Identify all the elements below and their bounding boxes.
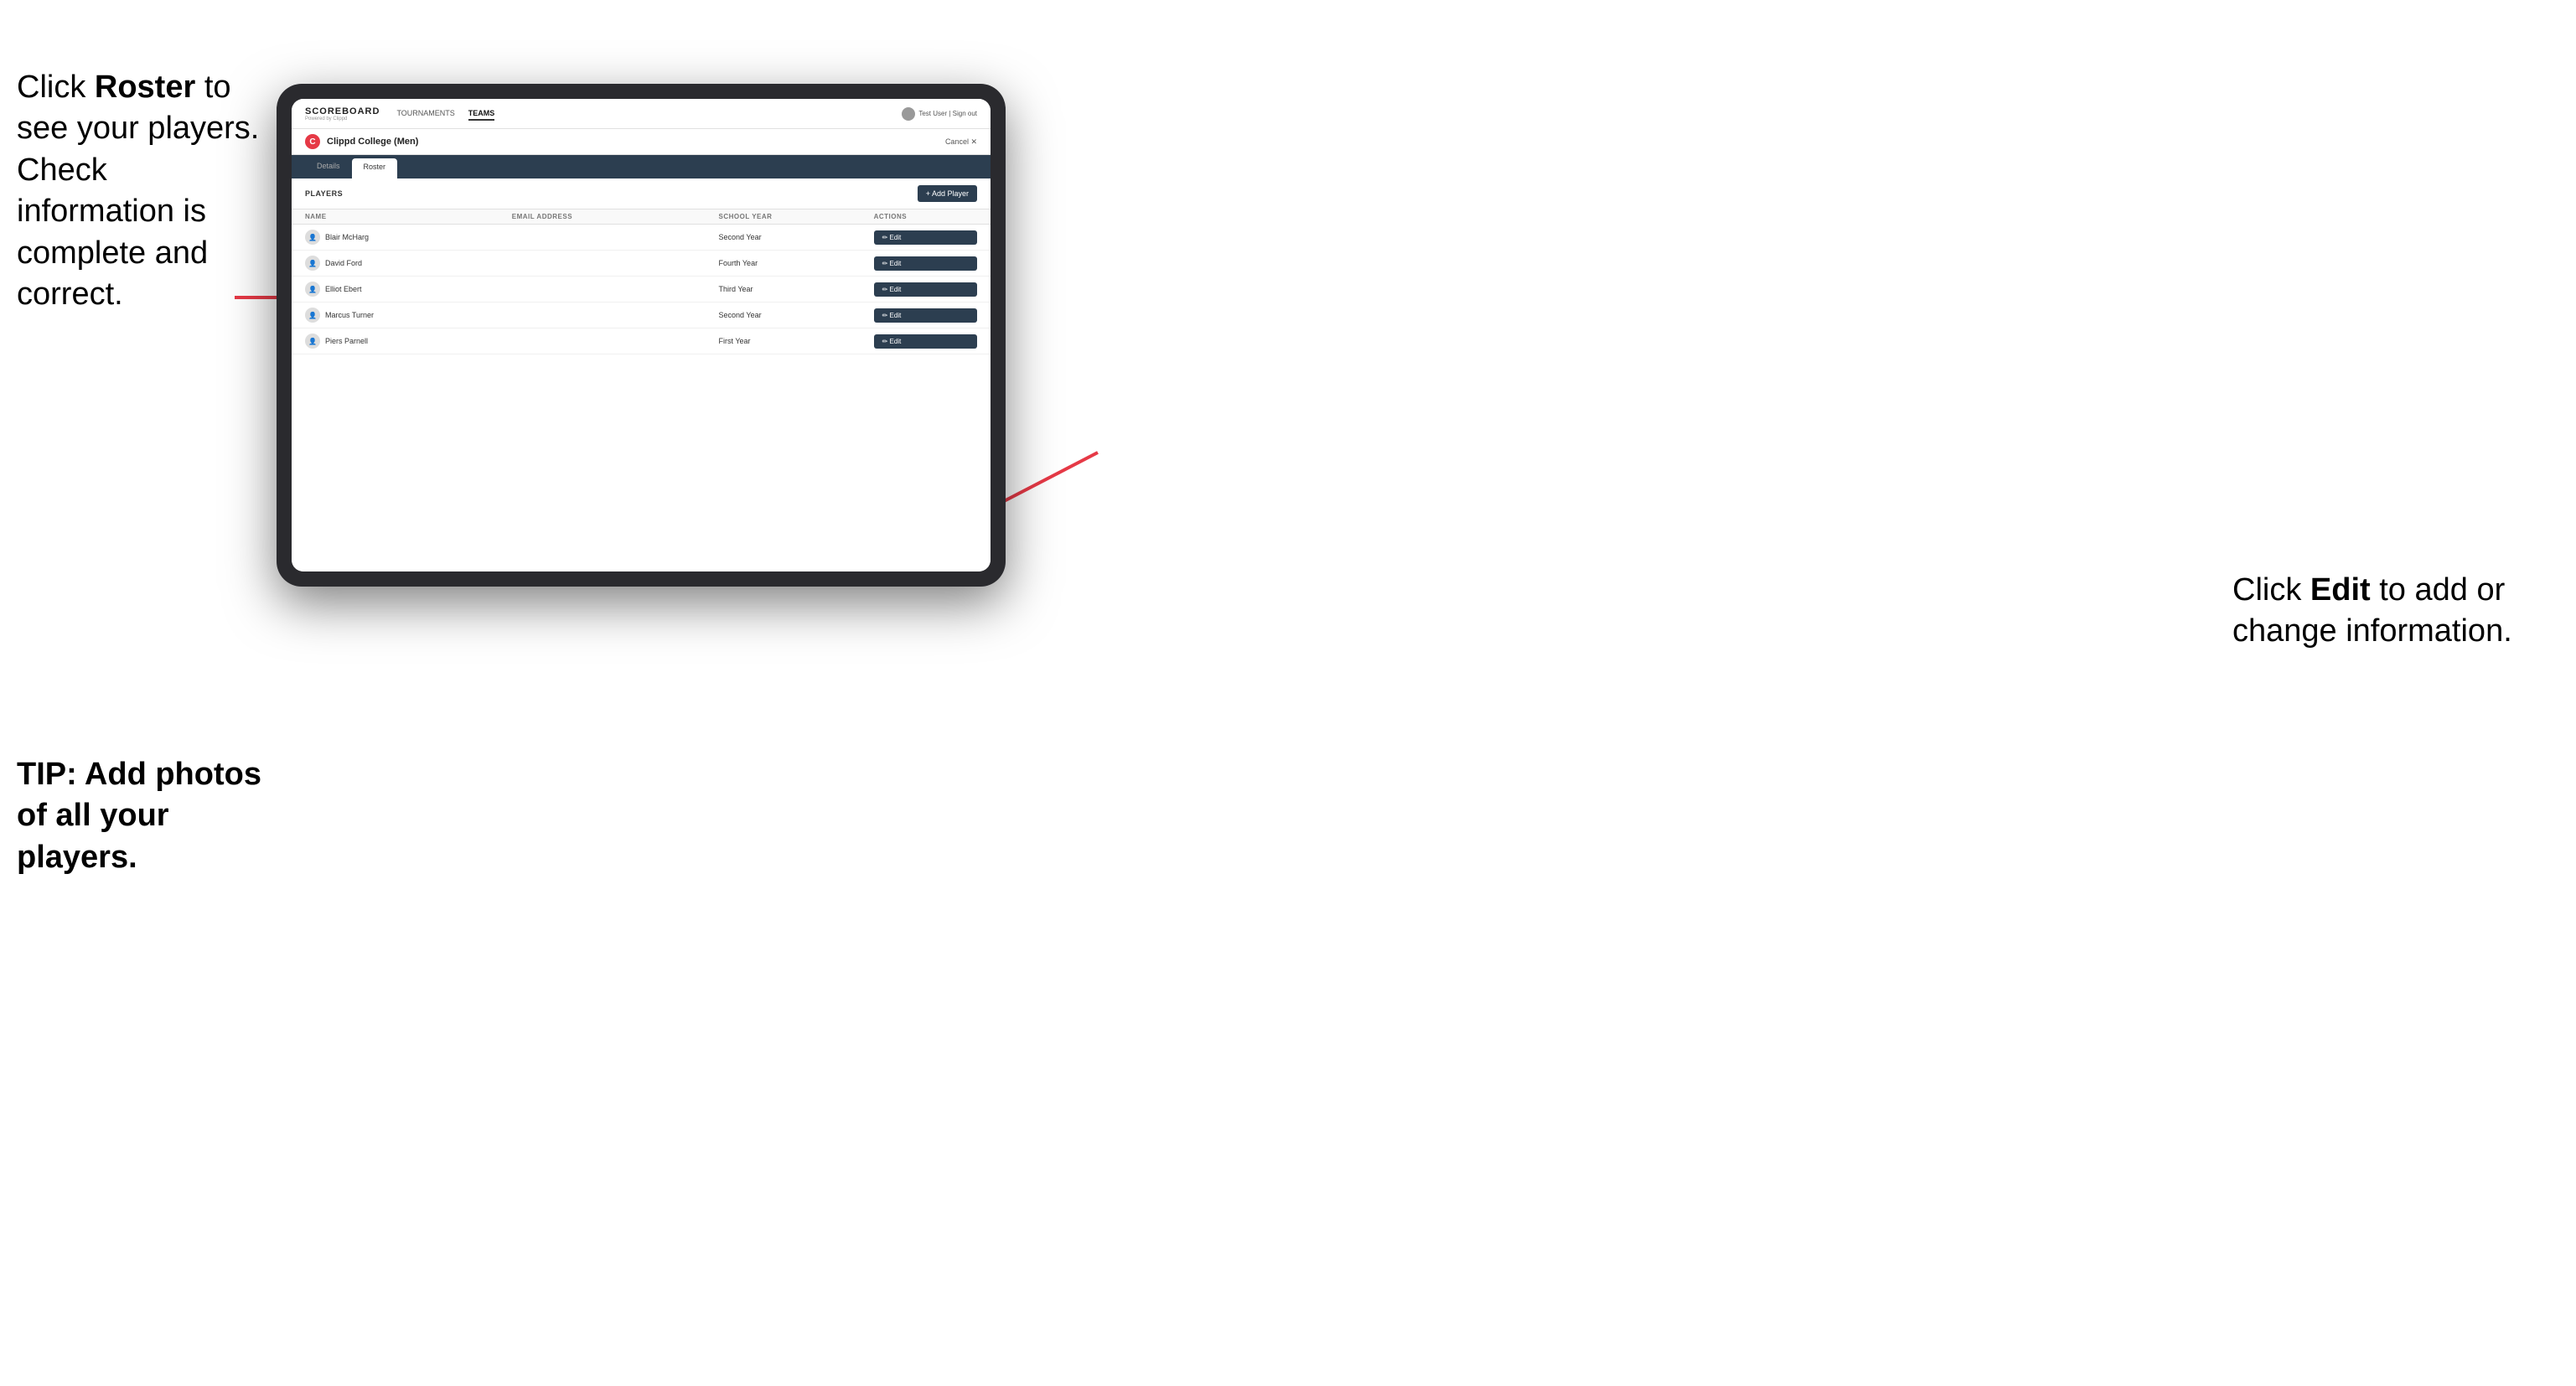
nav-links: TOURNAMENTS TEAMS xyxy=(396,107,902,121)
col-actions: ACTIONS xyxy=(874,213,977,220)
col-email: EMAIL ADDRESS xyxy=(512,213,719,220)
tab-details[interactable]: Details xyxy=(305,155,352,178)
edit-bold: Edit xyxy=(2310,572,2371,608)
tip-instruction: TIP: Add photos of all your players. xyxy=(17,754,277,878)
player-year-1: Fourth Year xyxy=(719,259,874,267)
player-year-4: First Year xyxy=(719,337,874,345)
tab-roster[interactable]: Roster xyxy=(352,158,398,178)
user-avatar-circle xyxy=(902,107,915,121)
table-row: 👤 Piers Parnell First Year ✏ Edit xyxy=(292,328,991,354)
table-row: 👤 Marcus Turner Second Year ✏ Edit xyxy=(292,303,991,328)
app-header: SCOREBOARD Powered by Clippd TOURNAMENTS… xyxy=(292,99,991,129)
edit-button-1[interactable]: ✏ Edit xyxy=(874,256,977,271)
left-instruction: Click Roster to see your players. Check … xyxy=(17,67,268,315)
edit-button-0[interactable]: ✏ Edit xyxy=(874,230,977,245)
table-row: 👤 Blair McHarg Second Year ✏ Edit xyxy=(292,225,991,251)
nav-teams[interactable]: TEAMS xyxy=(468,107,495,121)
player-avatar-3: 👤 xyxy=(305,308,320,323)
tab-bar: Details Roster xyxy=(292,155,991,178)
app-logo: SCOREBOARD Powered by Clippd xyxy=(305,106,380,122)
table-row: 👤 David Ford Fourth Year ✏ Edit xyxy=(292,251,991,277)
table-body: 👤 Blair McHarg Second Year ✏ Edit 👤 Davi… xyxy=(292,225,991,571)
right-instruction: Click Edit to add or change information. xyxy=(2232,570,2534,653)
col-school-year: SCHOOL YEAR xyxy=(719,213,874,220)
col-name: NAME xyxy=(305,213,512,220)
cancel-button[interactable]: Cancel ✕ xyxy=(945,137,977,147)
edit-button-4[interactable]: ✏ Edit xyxy=(874,334,977,349)
player-avatar-4: 👤 xyxy=(305,334,320,349)
player-year-3: Second Year xyxy=(719,311,874,319)
user-info: Test User | Sign out xyxy=(902,107,977,121)
player-avatar-2: 👤 xyxy=(305,282,320,297)
team-name: Clippd College (Men) xyxy=(327,137,945,147)
player-year-0: Second Year xyxy=(719,233,874,241)
content-area: PLAYERS + Add Player NAME EMAIL ADDRESS … xyxy=(292,178,991,571)
player-name-3: 👤 Marcus Turner xyxy=(305,308,512,323)
user-text: Test User | Sign out xyxy=(918,110,977,117)
tablet-screen: SCOREBOARD Powered by Clippd TOURNAMENTS… xyxy=(292,99,991,571)
player-name-text-4: Piers Parnell xyxy=(325,337,368,345)
team-logo: C xyxy=(305,134,320,149)
player-name-text-2: Elliot Ebert xyxy=(325,285,362,293)
table-row: 👤 Elliot Ebert Third Year ✏ Edit xyxy=(292,277,991,303)
tablet-device: SCOREBOARD Powered by Clippd TOURNAMENTS… xyxy=(277,84,1006,587)
add-player-button[interactable]: + Add Player xyxy=(918,185,977,202)
edit-button-2[interactable]: ✏ Edit xyxy=(874,282,977,297)
player-name-2: 👤 Elliot Ebert xyxy=(305,282,512,297)
player-name-text-0: Blair McHarg xyxy=(325,233,369,241)
player-avatar-1: 👤 xyxy=(305,256,320,271)
nav-tournaments[interactable]: TOURNAMENTS xyxy=(396,107,454,121)
player-name-text-1: David Ford xyxy=(325,259,362,267)
logo-title: SCOREBOARD xyxy=(305,106,380,116)
team-header: C Clippd College (Men) Cancel ✕ xyxy=(292,129,991,155)
players-header: PLAYERS + Add Player xyxy=(292,178,991,209)
players-label: PLAYERS xyxy=(305,189,343,198)
player-avatar-0: 👤 xyxy=(305,230,320,245)
player-name-1: 👤 David Ford xyxy=(305,256,512,271)
edit-button-3[interactable]: ✏ Edit xyxy=(874,308,977,323)
player-year-2: Third Year xyxy=(719,285,874,293)
player-name-text-3: Marcus Turner xyxy=(325,311,374,319)
player-name-0: 👤 Blair McHarg xyxy=(305,230,512,245)
player-name-4: 👤 Piers Parnell xyxy=(305,334,512,349)
logo-sub: Powered by Clippd xyxy=(305,116,380,122)
table-header: NAME EMAIL ADDRESS SCHOOL YEAR ACTIONS xyxy=(292,209,991,225)
roster-bold: Roster xyxy=(95,70,195,105)
